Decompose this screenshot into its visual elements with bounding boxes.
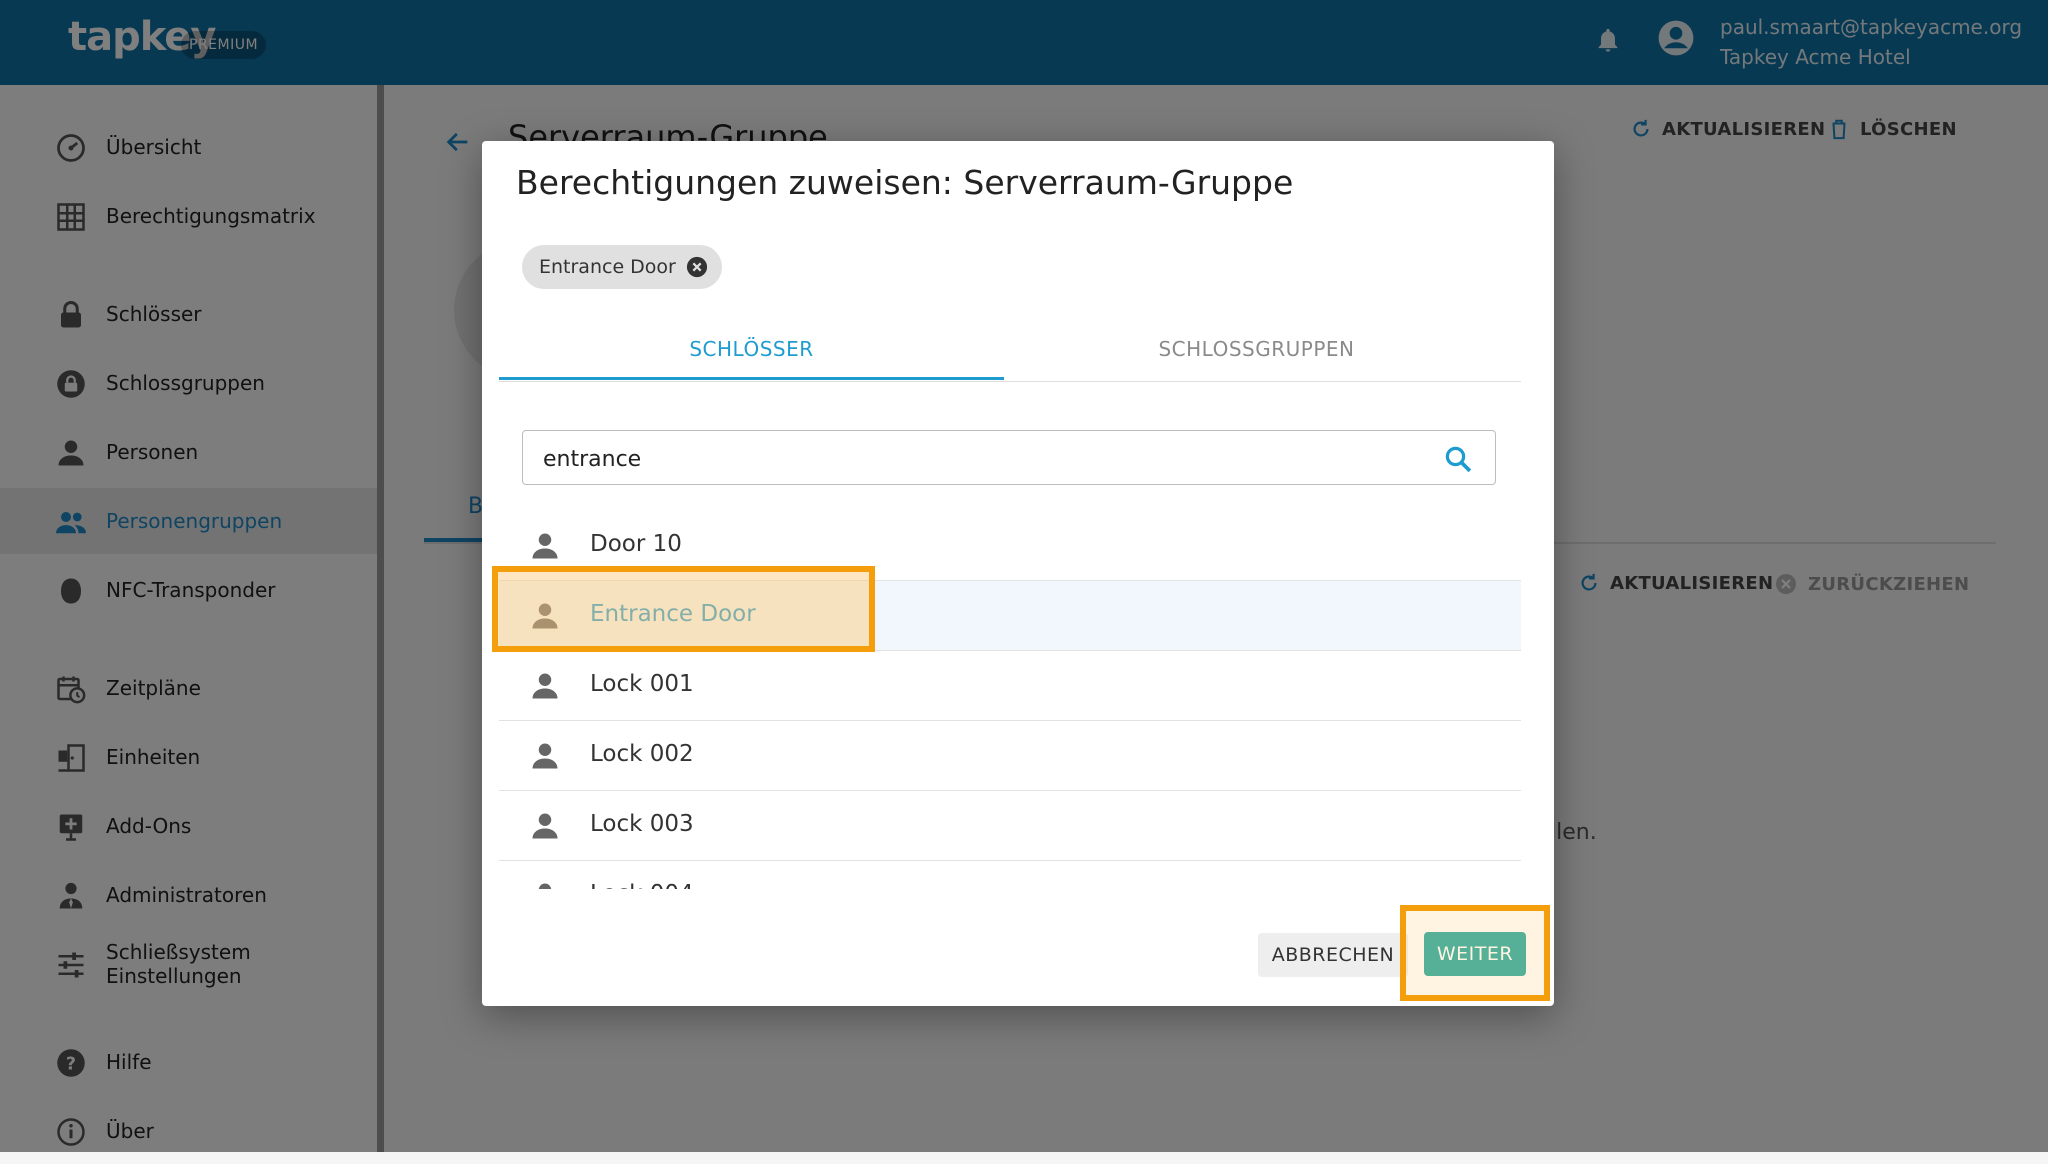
- chip-label: Entrance Door: [539, 256, 676, 278]
- person-icon: [532, 743, 558, 769]
- list-item[interactable]: Lock 003: [499, 791, 1521, 861]
- person-icon: [532, 673, 558, 699]
- selected-lock-chip: Entrance Door: [522, 245, 722, 289]
- tab-locks[interactable]: SCHLÖSSER: [499, 321, 1004, 380]
- person-icon: [538, 883, 552, 889]
- highlight-entrance-door: [492, 566, 875, 652]
- cancel-button[interactable]: ABBRECHEN: [1258, 933, 1408, 977]
- dialog-title: Berechtigungen zuweisen: Serverraum-Grup…: [516, 163, 1294, 202]
- list-item[interactable]: Lock 001: [499, 651, 1521, 721]
- person-icon: [532, 533, 558, 559]
- list-item-label: Lock 001: [590, 671, 694, 697]
- person-icon: [532, 813, 558, 839]
- remove-chip-icon[interactable]: [686, 256, 708, 278]
- tab-lock-groups[interactable]: SCHLOSSGRUPPEN: [1004, 321, 1509, 377]
- list-item-label: Lock 002: [590, 741, 694, 767]
- list-item[interactable]: Lock 002: [499, 721, 1521, 791]
- search-field[interactable]: [522, 430, 1496, 485]
- list-item-label: Lock 003: [590, 811, 694, 837]
- list-item-label: Door 10: [590, 531, 682, 557]
- highlight-next-button: [1400, 905, 1550, 1001]
- list-item[interactable]: Lock 004: [499, 861, 1521, 889]
- search-icon[interactable]: [1443, 444, 1473, 474]
- list-item-label: Lock 004: [590, 881, 694, 889]
- search-input[interactable]: [541, 443, 1405, 475]
- tab-divider: [499, 381, 1521, 382]
